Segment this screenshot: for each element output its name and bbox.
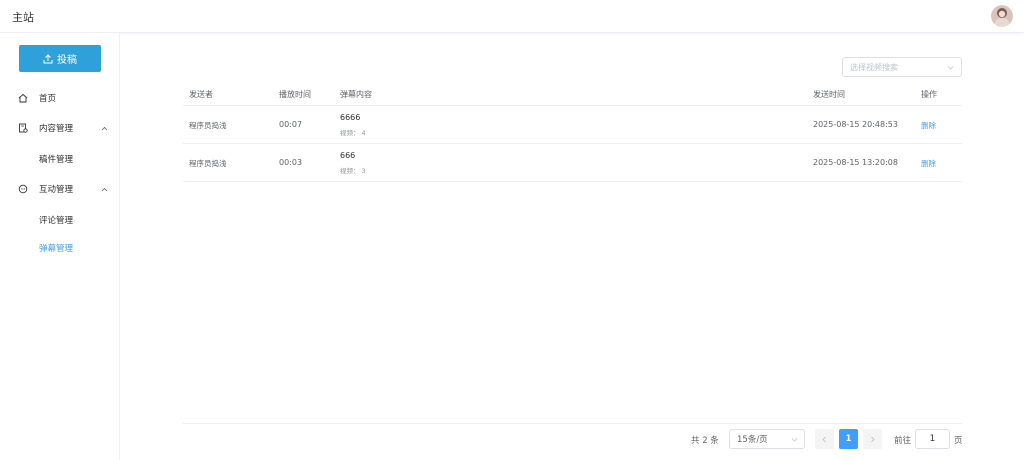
sidebar-item-manuscript-management[interactable]: 稿件管理	[0, 149, 120, 169]
row-sender: 程序员捣浅	[189, 121, 227, 130]
goto-page-input[interactable]: 1	[915, 429, 950, 449]
next-page-button[interactable]	[863, 429, 882, 449]
row-send-time: 2025-08-15 20:48:53	[813, 120, 898, 129]
video-search-select[interactable]: 选择视频搜索	[842, 57, 962, 77]
sidebar-item-label: 弹幕管理	[39, 244, 74, 254]
chat-icon	[18, 184, 28, 194]
header-send-time: 发送时间	[813, 90, 845, 99]
upload-button[interactable]: 投稿	[19, 45, 101, 72]
sidebar-item-home[interactable]: 首页	[0, 88, 120, 108]
row-send-time: 2025-08-15 13:20:08	[813, 158, 898, 167]
danmaku-table: 发送者 播放时间 弹幕内容 发送时间 操作 程序员捣浅 00:07 6666 视…	[183, 84, 962, 182]
chevron-up-icon	[101, 187, 108, 191]
chevron-up-icon	[101, 126, 108, 130]
sidebar-item-danmaku-management[interactable]: 弹幕管理	[0, 238, 120, 258]
sidebar-item-label: 内容管理	[39, 124, 74, 134]
goto-label: 前往	[894, 436, 912, 446]
header-action: 操作	[921, 90, 937, 99]
row-content: 666	[340, 151, 356, 160]
header-play-time: 播放时间	[279, 90, 311, 99]
sidebar-item-label: 互动管理	[39, 185, 74, 195]
goto-suffix: 页	[954, 436, 963, 446]
top-bar: 主站	[0, 0, 1024, 33]
header-sender: 发送者	[189, 90, 213, 99]
delete-link[interactable]: 删除	[921, 120, 936, 131]
sidebar-item-comment-management[interactable]: 评论管理	[0, 210, 120, 230]
site-title[interactable]: 主站	[12, 9, 34, 25]
row-play-time: 00:07	[279, 120, 303, 129]
user-avatar[interactable]	[991, 5, 1013, 27]
page-number-button[interactable]: 1	[839, 429, 858, 449]
sidebar: 投稿 首页 内容管理 稿件管理 互动管理 评论管理 弹幕管理	[0, 33, 120, 460]
sidebar-item-content-management[interactable]: 内容管理	[0, 118, 120, 138]
row-play-time: 00:03	[279, 158, 303, 167]
table-row: 程序员捣浅 00:03 666 视频： 3 2025-08-15 13:20:08…	[183, 144, 962, 182]
sidebar-item-label: 稿件管理	[39, 155, 74, 165]
chevron-right-icon	[871, 436, 875, 442]
document-icon	[19, 123, 28, 133]
page-size-select[interactable]: 15条/页	[729, 429, 805, 449]
table-row: 程序员捣浅 00:07 6666 视频： 4 2025-08-15 20:48:5…	[183, 106, 962, 144]
video-search-placeholder: 选择视频搜索	[850, 62, 898, 72]
pagination-total: 共 2 条	[691, 436, 719, 446]
chevron-down-icon	[791, 438, 798, 442]
upload-icon	[43, 53, 53, 63]
home-icon	[18, 93, 28, 103]
table-header: 发送者 播放时间 弹幕内容 发送时间 操作	[183, 84, 962, 106]
row-video-ref: 视频： 3	[340, 167, 366, 175]
row-sender: 程序员捣浅	[189, 159, 227, 168]
sidebar-item-label: 评论管理	[39, 216, 74, 226]
row-content: 6666	[340, 113, 361, 122]
prev-page-button[interactable]	[815, 429, 834, 449]
chevron-down-icon	[947, 66, 954, 70]
upload-button-label: 投稿	[57, 55, 77, 66]
chevron-left-icon	[822, 436, 826, 442]
table-bottom-divider	[183, 423, 962, 424]
delete-link[interactable]: 删除	[921, 158, 936, 169]
header-danmaku-content: 弹幕内容	[340, 90, 372, 99]
row-video-ref: 视频： 4	[340, 129, 366, 137]
sidebar-item-label: 首页	[39, 94, 57, 104]
sidebar-item-interaction-management[interactable]: 互动管理	[0, 179, 120, 199]
page-size-value: 15条/页	[737, 435, 768, 445]
